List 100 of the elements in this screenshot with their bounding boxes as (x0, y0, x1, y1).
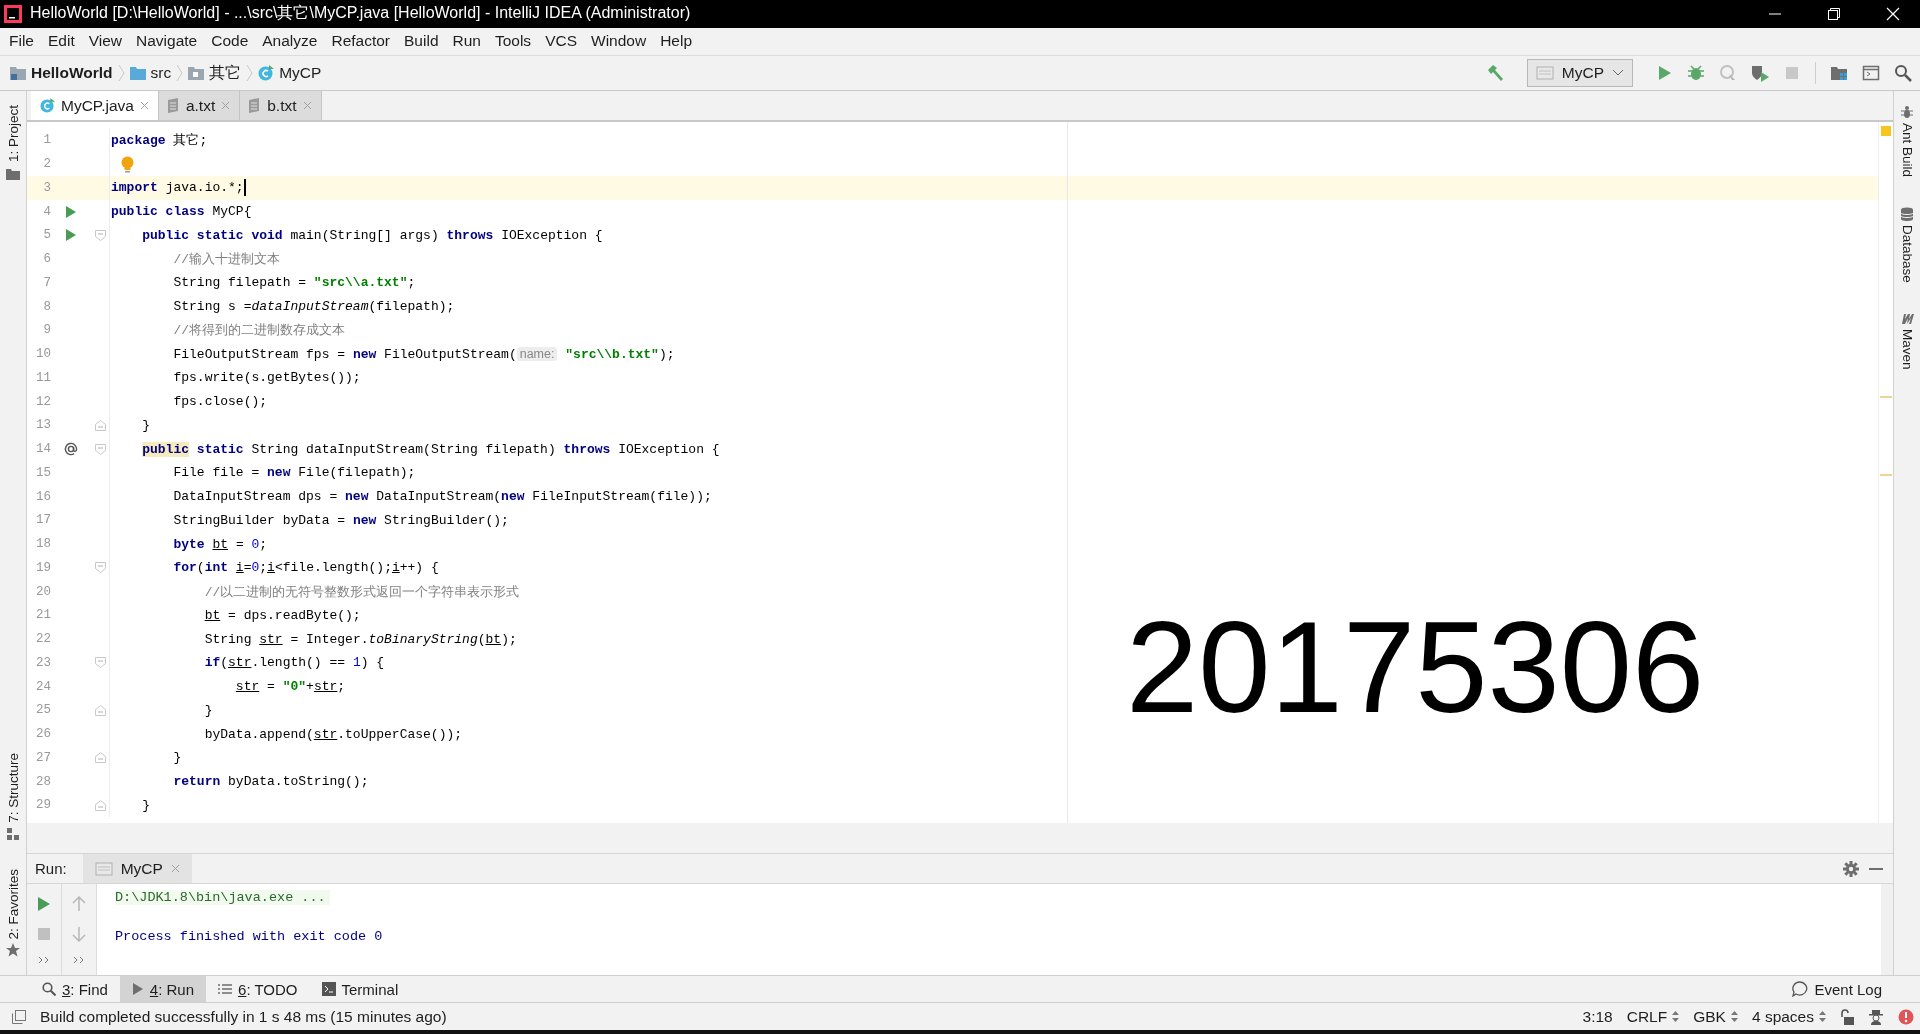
line-number: 12 (35, 394, 51, 409)
fold-icon[interactable] (94, 799, 106, 811)
maven-icon (1900, 313, 1914, 326)
line-number: 8 (42, 299, 51, 314)
code-line: DataInputStream dps = new DataInputStream(new FileInputStream(file)); (172, 489, 712, 504)
run-icon[interactable] (37, 895, 51, 912)
console-output-line: Process finished with exit code 0 (115, 929, 383, 945)
more-icon[interactable] (38, 955, 50, 964)
line-number: 16 (35, 489, 51, 504)
code-line: fps.close(); (172, 394, 268, 409)
more-icon[interactable] (73, 956, 85, 965)
number-overlay-text: 20175306 (1126, 602, 1705, 733)
settings-icon[interactable] (1843, 860, 1859, 877)
menu-item[interactable]: View (81, 29, 130, 54)
menu-item[interactable]: Code (204, 29, 256, 54)
fold-icon[interactable] (94, 657, 106, 669)
fold-icon[interactable] (94, 704, 106, 716)
breadcrumb[interactable]: 其它 (188, 62, 242, 84)
menu-item[interactable]: VCS (538, 29, 584, 54)
menu-item[interactable]: Tools (487, 29, 539, 54)
star-icon (6, 943, 20, 958)
fold-icon[interactable] (94, 562, 106, 574)
breadcrumb[interactable]: MyCP (258, 64, 322, 82)
status-item[interactable]: CRLF (1626, 1007, 1680, 1026)
menu-item[interactable]: Edit (41, 29, 82, 54)
line-number: 11 (35, 370, 51, 385)
code-line: public static void main(String[] args) throws IOException { (141, 227, 603, 243)
tool-window-button[interactable]: 2: Favorites (5, 868, 21, 940)
error-icon[interactable] (1898, 1008, 1914, 1025)
fold-icon[interactable] (94, 419, 106, 431)
menu-item[interactable]: Build (397, 29, 446, 54)
line-number: 5 (42, 228, 51, 243)
arrow-down-icon[interactable] (72, 925, 86, 942)
code-line: } (141, 417, 151, 433)
menu-item[interactable]: Refactor (324, 29, 398, 54)
panel-toggle-icon[interactable] (12, 1009, 26, 1024)
up-down-arrows-icon (1730, 1011, 1738, 1023)
fold-icon[interactable] (94, 229, 106, 241)
ant-icon (1900, 105, 1914, 120)
line-number: 21 (35, 608, 51, 623)
arrow-up-icon[interactable] (72, 895, 86, 912)
line-number: 18 (35, 537, 51, 551)
window-icon (94, 860, 113, 877)
search-icon[interactable] (1894, 64, 1912, 82)
code-line: } (203, 702, 213, 718)
scrollbar[interactable] (1881, 884, 1893, 976)
tool-window-tab[interactable]: 4: Run (119, 976, 207, 1003)
status-item[interactable]: 3:18 (1582, 1007, 1613, 1026)
menu-item[interactable]: Navigate (129, 29, 205, 54)
at-sign-icon[interactable] (63, 441, 79, 457)
bug-icon[interactable] (1687, 64, 1705, 82)
lightbulb-icon[interactable] (121, 155, 134, 173)
stop-icon[interactable] (1783, 64, 1801, 82)
run-tab[interactable]: MyCP (82, 854, 192, 884)
run-icon[interactable] (65, 204, 77, 219)
menu-item[interactable]: File (2, 29, 41, 54)
caret-icon (1612, 69, 1624, 77)
code-line: } (141, 797, 151, 813)
status-item[interactable]: 4 spaces (1751, 1007, 1826, 1026)
lock-icon[interactable] (1840, 1008, 1854, 1025)
run-configuration-dropdown[interactable]: MyCP (1526, 59, 1633, 87)
tool-window-tab[interactable]: 6: TODO (206, 976, 310, 1003)
hat-figure-icon[interactable] (1868, 1008, 1884, 1025)
shield-run-icon[interactable] (1751, 64, 1769, 82)
line-number: 25 (35, 703, 51, 718)
run-icon[interactable] (65, 228, 77, 243)
menu-item[interactable]: Analyze (255, 29, 325, 54)
inspection-status-icon[interactable] (1881, 126, 1891, 137)
stop-icon[interactable] (37, 926, 51, 941)
editor-tab[interactable]: b.txt (240, 91, 322, 121)
breadcrumb[interactable]: HelloWorld (10, 64, 113, 82)
tool-window-button[interactable]: Ant Build (1899, 105, 1915, 178)
tool-window-tab[interactable]: Terminal (309, 976, 411, 1003)
menu-item[interactable]: Window (584, 29, 654, 54)
tool-window-button[interactable]: Database (1899, 207, 1915, 284)
folder-icon (6, 168, 20, 181)
window-icon[interactable] (1862, 64, 1880, 82)
line-number: 23 (35, 655, 51, 670)
tool-window-tab[interactable]: 3: Find (30, 976, 120, 1003)
menu-item[interactable]: Help (653, 29, 700, 54)
restore-icon[interactable] (1827, 6, 1841, 21)
fold-icon[interactable] (94, 443, 106, 455)
tool-window-button[interactable]: 7: Structure (5, 753, 21, 823)
breadcrumb[interactable]: src (129, 64, 172, 82)
line-number: 7 (42, 275, 51, 290)
event-log-button[interactable]: Event Log (1780, 976, 1894, 1003)
error-stripe-mark[interactable] (1880, 474, 1892, 477)
project-structure-icon[interactable] (1830, 64, 1848, 82)
code-line: fps.write(s.getBytes()); (172, 370, 361, 386)
line-number: 2 (42, 157, 51, 171)
fold-icon[interactable] (94, 752, 106, 764)
error-stripe-mark[interactable] (1880, 396, 1892, 399)
speech-bubble-icon (1792, 981, 1809, 998)
text-file-icon (249, 98, 262, 114)
tool-window-button[interactable]: 1: Project (5, 105, 21, 163)
editor-tab[interactable]: MyCP.java (31, 91, 159, 121)
menu-item[interactable]: Run (445, 29, 488, 54)
editor-tab[interactable]: a.txt (158, 91, 241, 121)
tool-window-button[interactable]: Maven (1899, 313, 1915, 370)
status-item[interactable]: GBK (1693, 1007, 1738, 1026)
